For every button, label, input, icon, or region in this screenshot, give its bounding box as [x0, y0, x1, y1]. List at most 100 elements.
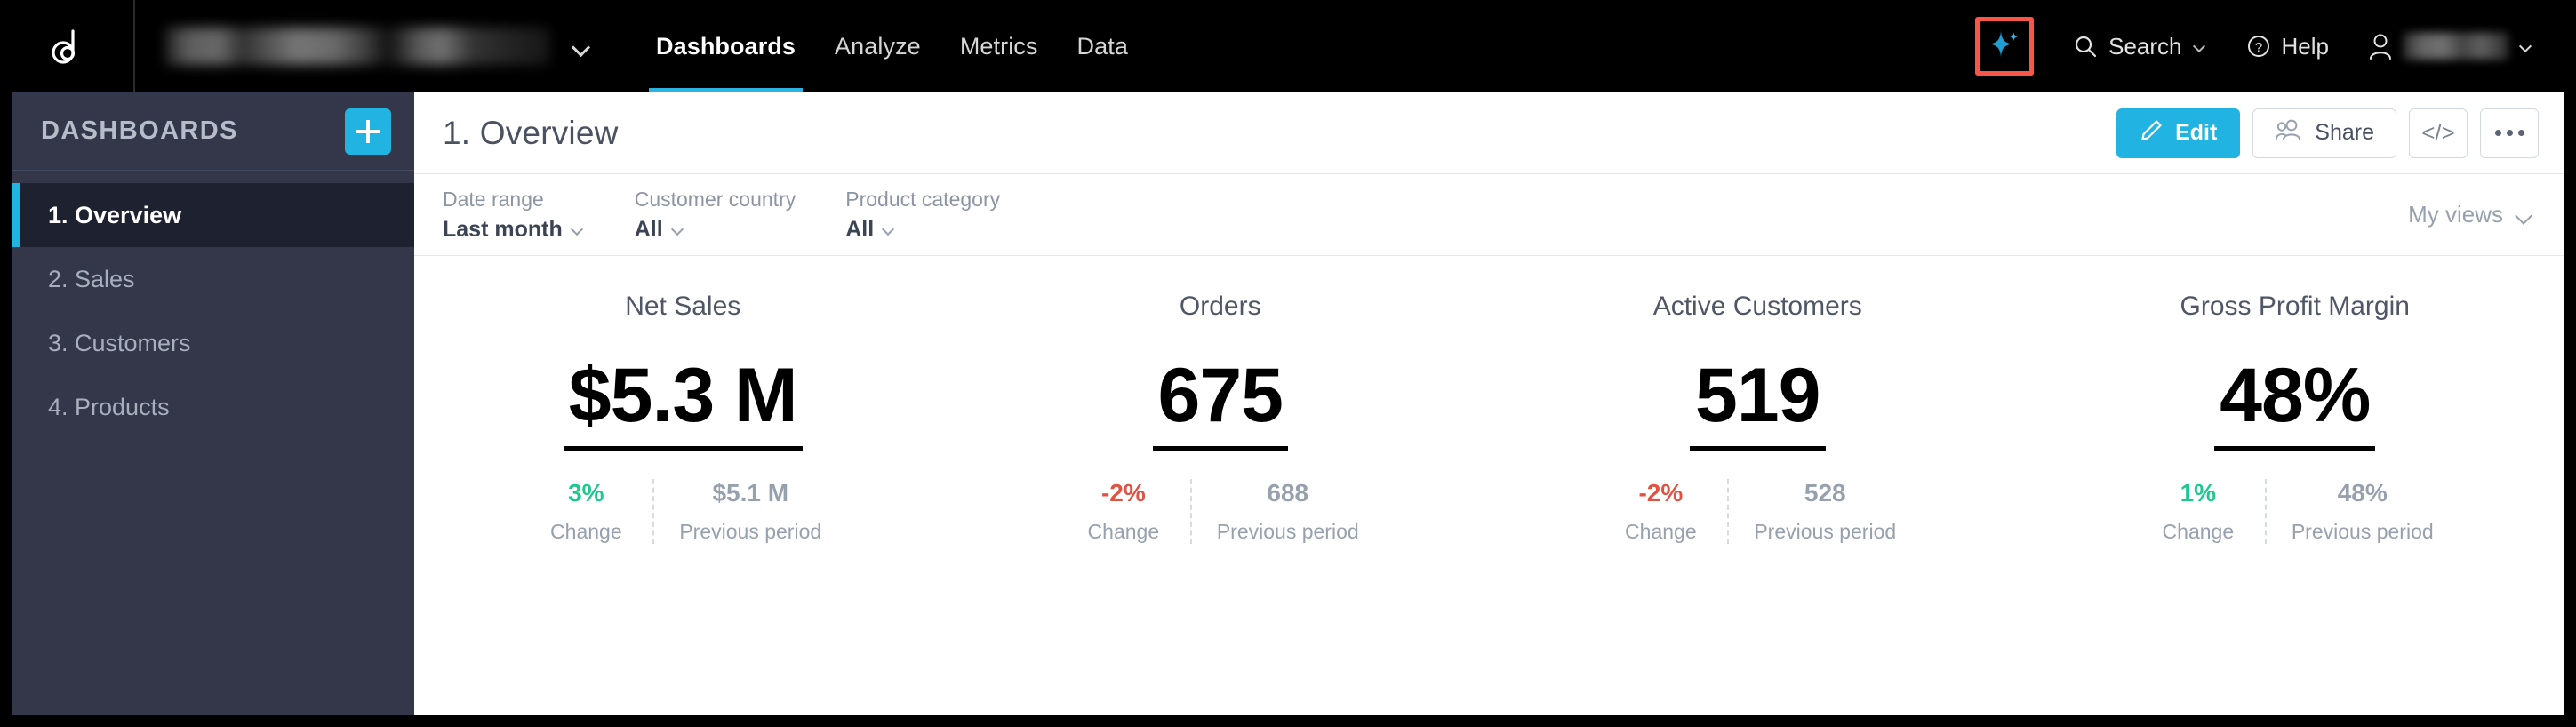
- help-label: Help: [2281, 32, 2329, 60]
- kpi-footer: -2% Change 528 Previous period: [1594, 479, 1921, 544]
- more-options-button[interactable]: [2480, 108, 2539, 158]
- user-menu[interactable]: [2348, 0, 2553, 92]
- dashboard-title-bar: 1. Overview Edit Share </>: [414, 92, 2564, 174]
- filter-value: All: [634, 216, 663, 242]
- svg-text:?: ?: [2254, 40, 2261, 55]
- embed-code-button[interactable]: </>: [2409, 108, 2468, 158]
- kpi-change-caption: Change: [2162, 520, 2235, 543]
- filter-value: All: [845, 216, 875, 242]
- edit-button[interactable]: Edit: [2116, 108, 2241, 158]
- kpi-title: Gross Profit Margin: [2180, 292, 2410, 321]
- kpi-value: 48%: [2214, 357, 2376, 451]
- pencil-icon: [2140, 118, 2164, 148]
- kpi-previous: 688 Previous period: [1189, 479, 1384, 544]
- kpi-previous: 528 Previous period: [1727, 479, 1921, 544]
- page-title: 1. Overview: [443, 114, 619, 151]
- app-logo[interactable]: [0, 0, 133, 92]
- help-button[interactable]: ? Help: [2227, 0, 2348, 92]
- filter-product-category-control[interactable]: All: [845, 217, 1000, 243]
- sidebar-item-overview[interactable]: 1. Overview: [12, 183, 414, 247]
- chevron-down-icon: [882, 222, 896, 236]
- kpi-change: -2% Change: [1057, 479, 1190, 544]
- filter-date-range-control[interactable]: Last month: [443, 217, 585, 243]
- chevron-down-icon: [671, 222, 685, 236]
- sidebar-title: DASHBOARDS: [41, 116, 238, 145]
- kpi-previous: 48% Previous period: [2264, 479, 2459, 544]
- kpi-previous-caption: Previous period: [2291, 520, 2434, 543]
- nav-item-analyze[interactable]: Analyze: [815, 0, 940, 92]
- kpi-change-value: 1%: [2180, 479, 2217, 507]
- dataiku-circle-logo-icon: [46, 26, 87, 67]
- search-label: Search: [2108, 32, 2182, 60]
- dashboards-sidebar: DASHBOARDS 1. Overview 2. Sales 3. Custo…: [12, 92, 414, 715]
- kpi-change: 1% Change: [2132, 479, 2265, 544]
- user-name-redacted: [2404, 33, 2508, 60]
- top-navigation-bar: Dashboards Analyze Metrics Data Search ?…: [0, 0, 2576, 92]
- nav-item-label: Dashboards: [656, 32, 796, 60]
- my-views-label: My views: [2408, 201, 2503, 228]
- kpi-value: 519: [1690, 357, 1826, 451]
- kpi-title: Net Sales: [625, 292, 741, 321]
- kpi-value: 675: [1152, 357, 1288, 451]
- people-icon: [2275, 118, 2303, 148]
- main-nav: Dashboards Analyze Metrics Data: [636, 0, 1148, 92]
- code-icon: </>: [2421, 119, 2455, 146]
- nav-item-metrics[interactable]: Metrics: [940, 0, 1058, 92]
- nav-item-data[interactable]: Data: [1058, 0, 1148, 92]
- sidebar-item-label: 2. Sales: [48, 265, 135, 292]
- nav-item-label: Metrics: [959, 32, 1038, 60]
- kpi-card-orders: Orders 675 -2% Change 688 Previous perio…: [952, 292, 1490, 544]
- kpi-change-caption: Change: [1087, 520, 1160, 543]
- filter-label: Product category: [845, 187, 1001, 211]
- filter-customer-country: Customer country All: [635, 188, 846, 243]
- question-circle-icon: ?: [2246, 34, 2271, 59]
- share-button[interactable]: Share: [2252, 108, 2396, 158]
- nav-item-label: Analyze: [835, 32, 921, 60]
- filter-value: Last month: [443, 216, 563, 242]
- kpi-previous-caption: Previous period: [1754, 520, 1897, 543]
- add-dashboard-button[interactable]: [345, 108, 391, 155]
- chevron-down-icon: [2519, 39, 2533, 53]
- chevron-down-icon: [571, 222, 585, 236]
- ai-assistant-button[interactable]: [1975, 17, 2035, 76]
- filter-bar: Date range Last month Customer country A…: [414, 174, 2564, 256]
- search-button[interactable]: Search: [2053, 0, 2226, 92]
- kpi-change: 3% Change: [519, 479, 652, 544]
- app-root: Dashboards Analyze Metrics Data Search ?…: [0, 0, 2576, 727]
- kpi-footer: 1% Change 48% Previous period: [2132, 479, 2459, 544]
- kpi-footer: 3% Change $5.1 M Previous period: [519, 479, 846, 544]
- kpi-previous-value: 528: [1804, 479, 1846, 507]
- kpi-change-caption: Change: [550, 520, 622, 543]
- sparkle-icon: [1988, 28, 2021, 66]
- filter-product-category: Product category All: [845, 188, 1050, 243]
- dashboard-actions: Edit Share </>: [2116, 108, 2539, 158]
- kpi-card-gross-profit-margin: Gross Profit Margin 48% 1% Change 48% Pr…: [2027, 292, 2564, 544]
- filter-date-range: Date range Last month: [443, 188, 635, 243]
- kpi-previous-value: 688: [1267, 479, 1309, 507]
- kpi-value: $5.3 M: [563, 357, 803, 451]
- kpi-previous-caption: Previous period: [679, 520, 822, 543]
- kpi-row: Net Sales $5.3 M 3% Change $5.1 M Previo…: [414, 256, 2564, 715]
- kpi-change-value: -2%: [1100, 479, 1146, 507]
- my-views-dropdown[interactable]: My views: [2408, 201, 2539, 228]
- dashboard-content: 1. Overview Edit Share </> Date range La…: [414, 92, 2564, 715]
- nav-right-group: Search ? Help: [1975, 0, 2576, 92]
- kpi-previous-value: $5.1 M: [712, 479, 789, 507]
- kpi-card-net-sales: Net Sales $5.3 M 3% Change $5.1 M Previo…: [414, 292, 952, 544]
- share-label: Share: [2315, 120, 2374, 145]
- nav-item-dashboards[interactable]: Dashboards: [636, 0, 815, 92]
- kpi-title: Active Customers: [1652, 292, 1862, 321]
- workspace-selector[interactable]: [135, 0, 613, 92]
- kpi-card-active-customers: Active Customers 519 -2% Change 528 Prev…: [1489, 292, 2027, 544]
- filter-label: Customer country: [634, 187, 796, 211]
- sidebar-item-label: 4. Products: [48, 393, 170, 420]
- kpi-change-value: 3%: [568, 479, 604, 507]
- sidebar-item-sales[interactable]: 2. Sales: [12, 247, 414, 311]
- kpi-change: -2% Change: [1594, 479, 1727, 544]
- filter-customer-country-control[interactable]: All: [635, 217, 796, 243]
- kpi-previous: $5.1 M Previous period: [652, 479, 846, 544]
- sidebar-item-products[interactable]: 4. Products: [12, 375, 414, 439]
- kpi-footer: -2% Change 688 Previous period: [1057, 479, 1384, 544]
- sidebar-item-customers[interactable]: 3. Customers: [12, 311, 414, 375]
- plus-icon: [356, 119, 380, 143]
